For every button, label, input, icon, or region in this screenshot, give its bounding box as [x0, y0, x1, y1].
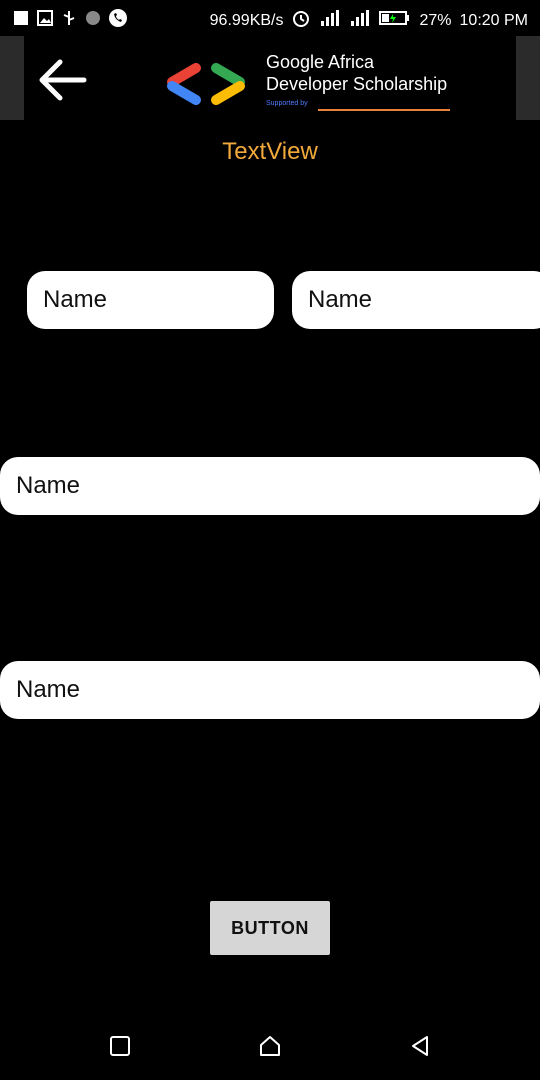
- status-bar-left-icons: [12, 8, 128, 33]
- triangle-back-icon: [412, 1036, 428, 1056]
- battery-icon: [379, 9, 411, 32]
- system-nav-bar: [0, 1010, 540, 1080]
- signal-icon: [319, 9, 341, 32]
- logo-line1: Google Africa: [266, 52, 375, 72]
- logo-text: Google Africa Developer Scholarship Supp…: [266, 52, 450, 111]
- alarm-icon: [291, 8, 311, 33]
- name-input-middle[interactable]: [0, 457, 540, 515]
- gads-logo: Google Africa Developer Scholarship Supp…: [160, 52, 460, 116]
- notification-square-icon: [12, 9, 30, 32]
- arrow-left-icon: [39, 59, 87, 101]
- status-bar: 96.99KB/s 27% 10:20 PM: [0, 0, 540, 36]
- network-speed: 96.99KB/s: [209, 11, 284, 29]
- name-input-row1-right[interactable]: [292, 271, 540, 329]
- name-input-row1-left[interactable]: [27, 271, 274, 329]
- logo-underline: [318, 109, 450, 111]
- status-bar-right: 96.99KB/s 27% 10:20 PM: [210, 8, 528, 33]
- home-icon: [260, 1036, 280, 1056]
- app-bar: Google Africa Developer Scholarship Supp…: [0, 36, 540, 120]
- home-button[interactable]: [250, 1030, 290, 1062]
- main-button[interactable]: BUTTON: [210, 901, 330, 955]
- back-nav-button[interactable]: [400, 1030, 440, 1062]
- battery-percent: 27%: [419, 11, 452, 29]
- back-button[interactable]: [34, 54, 90, 106]
- usb-icon: [60, 9, 78, 32]
- signal-icon: [349, 9, 371, 32]
- recent-apps-button[interactable]: [100, 1030, 140, 1062]
- code-brackets-logo-icon: [167, 63, 245, 105]
- logo-line2: Developer Scholarship: [266, 73, 448, 94]
- image-icon: [36, 9, 54, 32]
- logo-supported-by: Supported by: [266, 100, 308, 107]
- phone-icon: [108, 8, 128, 33]
- name-input-bottom[interactable]: [0, 661, 540, 719]
- app-bar-left-edge: [0, 36, 24, 120]
- page-title: TextView: [222, 138, 318, 165]
- clock: 10:20 PM: [459, 11, 528, 29]
- square-icon: [110, 1036, 130, 1056]
- app-bar-right-edge: [516, 36, 540, 120]
- circle-icon: [84, 9, 102, 32]
